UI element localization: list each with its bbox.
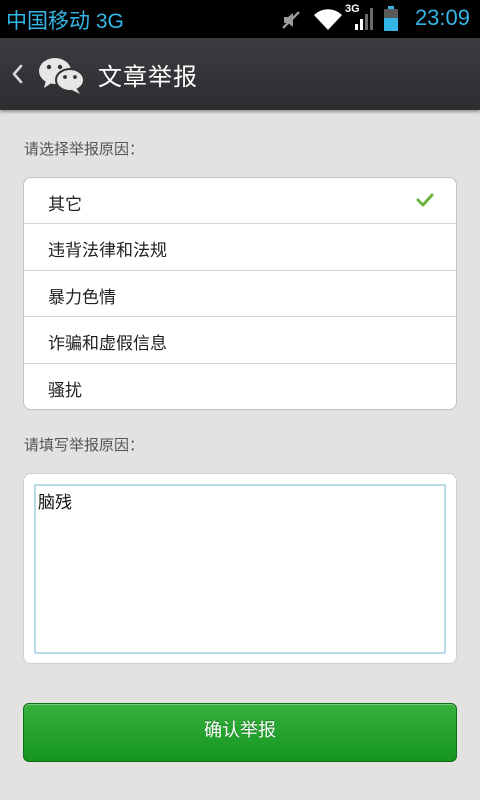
network-badge: 3G: [345, 3, 360, 15]
title-bar: 文章举报: [0, 38, 480, 110]
checkmark-icon: [416, 192, 434, 212]
reason-card: 脑残: [23, 473, 457, 664]
option-label: 违背法律和法规: [48, 241, 167, 262]
confirm-report-button[interactable]: 确认举报: [23, 703, 457, 762]
option-label: 其它: [48, 195, 82, 215]
wechat-logo-icon: [38, 55, 86, 99]
reason-option-other[interactable]: 其它: [24, 178, 456, 225]
carrier-name: 中国移动 3G: [6, 10, 124, 33]
fill-reason-label: 请填写举报原因：: [24, 436, 145, 454]
status-bar: 中国移动 3G 3G 23:09: [0, 0, 480, 38]
reason-option-violence[interactable]: 暴力色情: [24, 271, 456, 318]
reason-option-illegal[interactable]: 违背法律和法规: [24, 224, 456, 271]
option-label: 诈骗和虚假信息: [48, 334, 167, 355]
wifi-icon: [312, 6, 344, 36]
back-chevron-icon[interactable]: [11, 64, 23, 88]
page-title: 文章举报: [98, 63, 198, 91]
mute-icon: [279, 8, 303, 36]
choose-reason-label: 请选择举报原因：: [24, 140, 145, 158]
hint-strip: [0, 110, 480, 118]
reason-option-fraud[interactable]: 诈骗和虚假信息: [24, 317, 456, 364]
clock: 23:09: [414, 5, 470, 30]
option-label: 骚扰: [48, 380, 82, 401]
reason-textarea[interactable]: 脑残: [34, 484, 446, 654]
battery-icon: [383, 6, 399, 36]
reason-option-harassment[interactable]: 骚扰: [24, 364, 456, 409]
reason-options-list: 其它 违背法律和法规 暴力色情 诈骗和虚假信息 骚扰: [23, 177, 457, 410]
confirm-report-label: 确认举报: [204, 720, 276, 741]
reason-text-value: 脑残: [38, 493, 72, 513]
option-label: 暴力色情: [48, 287, 116, 308]
